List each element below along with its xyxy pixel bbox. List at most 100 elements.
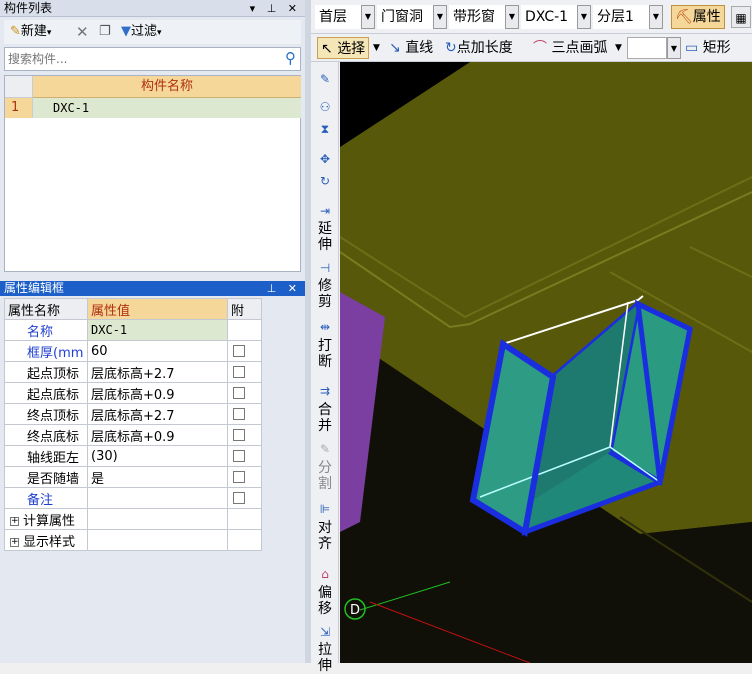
property-value[interactable]: (30) [87, 445, 228, 467]
new-icon: ✎ [10, 24, 21, 39]
property-row: 备注 [4, 487, 262, 509]
search-icon[interactable]: ⚲ [285, 49, 296, 67]
property-row: 终点底标 层底标高+0.9 [4, 424, 262, 446]
property-row: 名称 DXC-1 [4, 319, 262, 341]
property-value[interactable]: 层底标高+0.9 [87, 424, 228, 446]
list-corner [5, 76, 33, 98]
property-group-row[interactable]: + 计算属性 [4, 508, 262, 530]
property-button[interactable]: ⛏属性 [671, 5, 725, 29]
3d-viewport[interactable]: D [339, 62, 752, 664]
rect-icon: ▭ [685, 40, 699, 56]
main-toolbar: 首层 ▼ 门窗洞 ▼ 带形窗 ▼ DXC-1 ▼ 分层1 ▼ ⛏属性 ▦ [311, 0, 752, 34]
merge-icon[interactable]: ⇉ [317, 384, 333, 398]
filter-button[interactable]: ▼过滤▾ [121, 22, 162, 42]
align-button[interactable]: 对齐 [313, 520, 337, 552]
chevron-down-icon[interactable]: ▼ [361, 5, 375, 29]
axis-label: D [350, 603, 360, 618]
layer-select[interactable]: 分层1 [593, 5, 649, 29]
merge-button[interactable]: 合并 [313, 402, 337, 434]
arc-button[interactable]: ⌒ 三点画弧 [533, 37, 607, 59]
chevron-down-icon[interactable]: ▼ [649, 5, 663, 29]
pencil-icon[interactable]: ✎ [317, 72, 333, 86]
select-button[interactable]: ↖ 选择 [317, 37, 370, 59]
stretch-icon[interactable]: ⇲ [317, 625, 333, 639]
rotate-icon[interactable]: ↻ [317, 174, 333, 188]
component-select[interactable]: DXC-1 [521, 5, 577, 29]
rect-button[interactable]: ▭ 矩形 [685, 37, 731, 59]
offset-button[interactable]: 偏移 [313, 585, 337, 617]
type-select[interactable]: 带形窗 [449, 5, 505, 29]
header-name: 属性名称 [4, 298, 88, 320]
attach-checkbox[interactable] [233, 345, 245, 357]
property-row: 起点顶标 层底标高+2.7 [4, 361, 262, 383]
property-row: 是否随墙 是 [4, 466, 262, 488]
break-icon[interactable]: ⇹ [317, 320, 333, 334]
chevron-down-icon[interactable]: ▼ [433, 5, 447, 29]
property-value[interactable]: 层底标高+2.7 [87, 403, 228, 425]
extend-icon[interactable]: ⇥ [317, 204, 333, 218]
break-button[interactable]: 打断 [313, 338, 337, 370]
property-value[interactable]: 60 [87, 340, 228, 362]
list-column-header: 构件名称 [33, 76, 301, 98]
copy-icon[interactable]: ❐ [99, 22, 111, 42]
chevron-down-icon[interactable]: ▼ [615, 37, 625, 59]
edit-tool-strip: ✎ ⚇ ⧗ ✥ ↻ ⇥ 延伸 ⊣ 修剪 ⇹ 打断 ⇉ 合并 ✎ 分割 ⊫ 对齐 … [311, 62, 339, 674]
trim-icon[interactable]: ⊣ [317, 261, 333, 275]
header-value: 属性值 [87, 298, 228, 320]
attach-checkbox[interactable] [233, 492, 245, 504]
attach-checkbox[interactable] [233, 450, 245, 462]
split-button[interactable]: 分割 [313, 460, 337, 492]
delete-icon[interactable]: ✕ [76, 22, 89, 42]
property-row: 框厚(mm 60 [4, 340, 262, 362]
panel-window-buttons[interactable]: ⊥ ✕ [267, 281, 301, 296]
stretch-button[interactable]: 拉伸 [313, 642, 337, 674]
chevron-down-icon[interactable]: ▼ [667, 37, 681, 59]
list-item[interactable]: DXC-1 [33, 98, 301, 118]
arc-icon: ⌒ [533, 40, 547, 56]
attach-checkbox[interactable] [233, 471, 245, 483]
property-value[interactable]: 层底标高+0.9 [87, 382, 228, 404]
row-index[interactable]: 1 [5, 98, 33, 118]
property-value[interactable]: 是 [87, 466, 228, 488]
copy-icon[interactable]: ⚇ [317, 100, 333, 114]
property-group-row[interactable]: + 显示样式 [4, 529, 262, 551]
search-input[interactable] [8, 51, 278, 67]
chevron-down-icon[interactable]: ▼ [577, 5, 591, 29]
component-toolbar: ✎新建▾ ✕ ❐ ▼过滤▾ [4, 20, 301, 44]
component-list: 构件名称 1 DXC-1 [4, 75, 301, 272]
attach-checkbox[interactable] [233, 408, 245, 420]
attach-checkbox[interactable] [233, 387, 245, 399]
property-icon: ⛏ [675, 9, 693, 25]
align-icon[interactable]: ⊫ [317, 502, 333, 516]
grid-icon[interactable]: ▦ [731, 6, 751, 28]
filter-icon: ▼ [121, 24, 131, 39]
viewport-scene: D [339, 62, 752, 664]
chevron-down-icon[interactable]: ▼ [373, 37, 383, 59]
component-list-title: 构件列表 ▾ ⊥ ✕ [0, 0, 305, 17]
property-row: 起点底标 层底标高+0.9 [4, 382, 262, 404]
move-icon[interactable]: ✥ [317, 152, 333, 166]
cursor-icon: ↖ [321, 41, 333, 57]
category-select[interactable]: 门窗洞 [377, 5, 433, 29]
expand-icon[interactable]: + [10, 516, 19, 526]
mirror-icon[interactable]: ⧗ [317, 122, 333, 136]
arc-param-input[interactable] [627, 37, 667, 59]
extend-button[interactable]: 延伸 [313, 221, 337, 253]
split-icon[interactable]: ✎ [317, 442, 333, 456]
attach-checkbox[interactable] [233, 366, 245, 378]
property-value[interactable]: 层底标高+2.7 [87, 361, 228, 383]
point-length-button[interactable]: ↻点加长度 [445, 37, 513, 59]
trim-button[interactable]: 修剪 [313, 278, 337, 310]
panel-window-buttons[interactable]: ▾ ⊥ ✕ [250, 0, 301, 17]
property-value[interactable]: DXC-1 [87, 319, 228, 341]
expand-icon[interactable]: + [10, 537, 19, 547]
property-row: 轴线距左 (30) [4, 445, 262, 467]
attach-checkbox[interactable] [233, 429, 245, 441]
offset-icon[interactable]: ⌂ [317, 567, 333, 581]
line-icon: ↘ [389, 40, 401, 56]
new-button[interactable]: ✎新建▾ [10, 22, 51, 42]
chevron-down-icon[interactable]: ▼ [505, 5, 519, 29]
floor-select[interactable]: 首层 [315, 5, 361, 29]
line-button[interactable]: ↘ 直线 [389, 37, 433, 59]
property-value[interactable] [87, 487, 228, 509]
